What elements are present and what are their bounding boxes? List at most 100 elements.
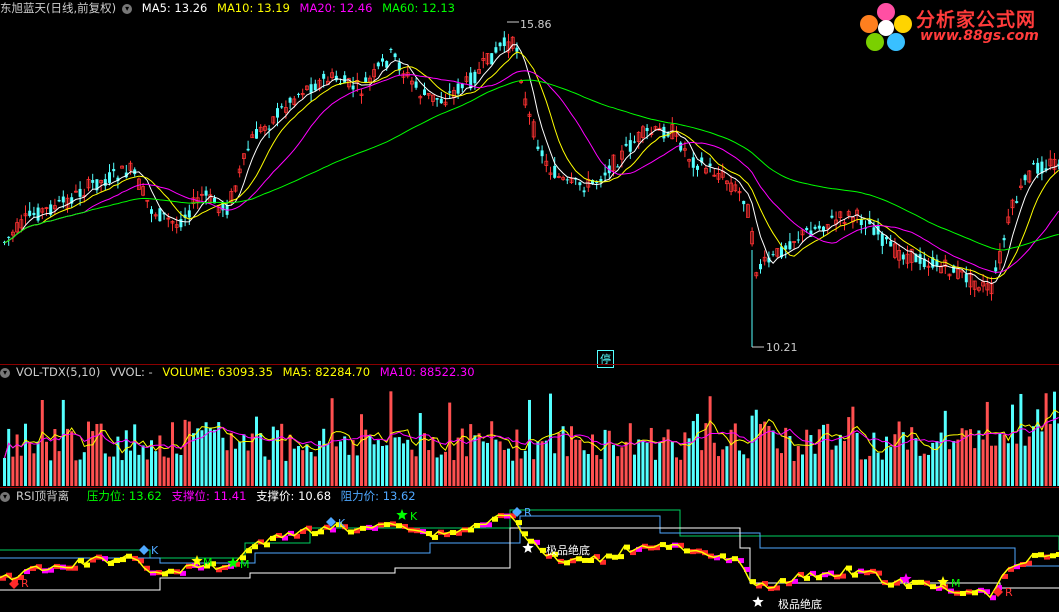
volume-bar — [57, 451, 61, 486]
candle-body — [187, 210, 191, 218]
chevron-down-icon[interactable]: ▾ — [122, 3, 133, 14]
stock-title[interactable]: 东旭蓝天(日线,前复权) — [0, 1, 116, 15]
volume-bar — [557, 433, 561, 486]
candle-body — [288, 97, 292, 103]
volume-bar — [355, 455, 359, 486]
volume-bar — [162, 456, 166, 486]
volume-bar — [712, 442, 716, 486]
volume-bar — [280, 423, 284, 486]
volume-bar — [763, 421, 767, 486]
volume-bar — [150, 440, 153, 486]
volume-bar — [843, 440, 846, 486]
flower-logo-icon — [860, 3, 912, 51]
volume-bar — [704, 423, 708, 486]
candle-body — [381, 58, 384, 62]
low-price-label: 10.21 — [766, 341, 798, 354]
volume-bar — [494, 439, 498, 486]
volume-bar — [3, 457, 6, 486]
volume-bar — [939, 432, 943, 486]
volume-bar — [1015, 443, 1019, 486]
volume-bar — [200, 430, 204, 486]
rsi-indicator-name[interactable]: RSI顶背离 — [16, 489, 69, 503]
price-chart-panel[interactable]: 东旭蓝天(日线,前复权) ▾ MA5: 13.26 MA10: 13.19 MA2… — [0, 0, 1059, 368]
volume-bar — [414, 456, 418, 486]
candle-body — [624, 143, 628, 146]
volume-bar — [418, 413, 422, 486]
volume-bar — [977, 430, 981, 486]
volume-bar — [334, 446, 338, 486]
volume-bar — [351, 440, 355, 486]
volume-bar — [876, 452, 880, 486]
volume-bar — [360, 414, 363, 486]
candle-body — [771, 254, 775, 256]
volume-bar — [74, 460, 78, 486]
candle-body — [633, 141, 636, 143]
candle-body — [696, 165, 699, 170]
chevron-down-icon[interactable]: ▾ — [0, 367, 10, 378]
volume-panel[interactable]: ▾ VOL-TDX(5,10) VVOL: - VOLUME: 63093.35 … — [0, 364, 1059, 488]
volume-bar — [95, 423, 99, 486]
candle-body — [7, 236, 11, 238]
candle-body — [645, 127, 649, 132]
volume-bar — [1044, 393, 1048, 486]
candle-body — [1036, 162, 1040, 174]
rsi-panel[interactable]: ▾ RSI顶背离 压力位: 13.62 支撑位: 11.41 支撑价: 10.68… — [0, 488, 1059, 611]
volume-bar — [805, 429, 809, 486]
candle-body — [813, 226, 817, 229]
volume-bar — [507, 448, 510, 486]
volume-bar — [297, 446, 300, 486]
volume-bar — [885, 436, 888, 486]
volume-bar — [544, 440, 548, 486]
volume-bar — [481, 441, 485, 486]
vol-ma5-value: MA5: 82284.70 — [282, 365, 371, 379]
candle-body — [691, 157, 695, 168]
ma10-value: MA10: 13.19 — [217, 1, 290, 15]
vol-indicator-name[interactable]: VOL-TDX(5,10) — [16, 365, 100, 379]
volume-bar — [1032, 426, 1035, 486]
volume-bar — [1036, 409, 1040, 486]
volume-bar — [645, 442, 649, 486]
chevron-down-icon[interactable]: ▾ — [0, 491, 10, 502]
candle-body — [28, 210, 32, 216]
volume-bar — [838, 434, 842, 486]
volume-bar — [670, 441, 674, 486]
candle-body — [158, 208, 162, 222]
candlestick-chart[interactable] — [0, 0, 1059, 364]
volume-bar — [322, 428, 326, 486]
candle-body — [515, 47, 519, 52]
high-price-label: 15.86 — [520, 18, 552, 31]
volume-bar — [28, 441, 32, 486]
site-logo[interactable]: 分析家公式网 www.88gs.com — [858, 2, 1058, 52]
candle-body — [880, 233, 884, 246]
candle-body — [616, 166, 620, 168]
volume-bar — [998, 432, 1002, 486]
candle-body — [280, 106, 284, 108]
volume-header: ▾ VOL-TDX(5,10) VVOL: - VOLUME: 63093.35 … — [0, 364, 481, 380]
marker-label-r: R — [1005, 586, 1013, 599]
volume-bar — [1002, 434, 1006, 486]
volume-bar — [700, 450, 704, 486]
volume-bar — [616, 456, 620, 486]
candle-body — [830, 215, 834, 218]
volume-bar — [196, 428, 200, 486]
volume-bar — [582, 450, 586, 486]
volume-bar — [666, 429, 670, 486]
volume-bar — [612, 445, 615, 486]
volume-bar — [301, 450, 305, 486]
volume-bar — [620, 447, 624, 486]
volume-bar — [179, 455, 183, 486]
marker-label-m: M — [203, 556, 213, 569]
volume-bar — [742, 454, 746, 486]
volume-bar — [607, 430, 611, 486]
volume-bar — [402, 443, 405, 486]
volume-chart[interactable] — [0, 364, 1059, 488]
volume-bar — [381, 445, 384, 486]
volume-bar — [213, 429, 216, 486]
volume-bar — [662, 437, 666, 486]
volume-bar — [964, 430, 968, 486]
volume-bar — [427, 450, 431, 486]
volume-bar — [343, 436, 347, 486]
volume-bar — [847, 417, 851, 486]
volume-bar — [952, 441, 956, 486]
candle-body — [351, 85, 355, 90]
